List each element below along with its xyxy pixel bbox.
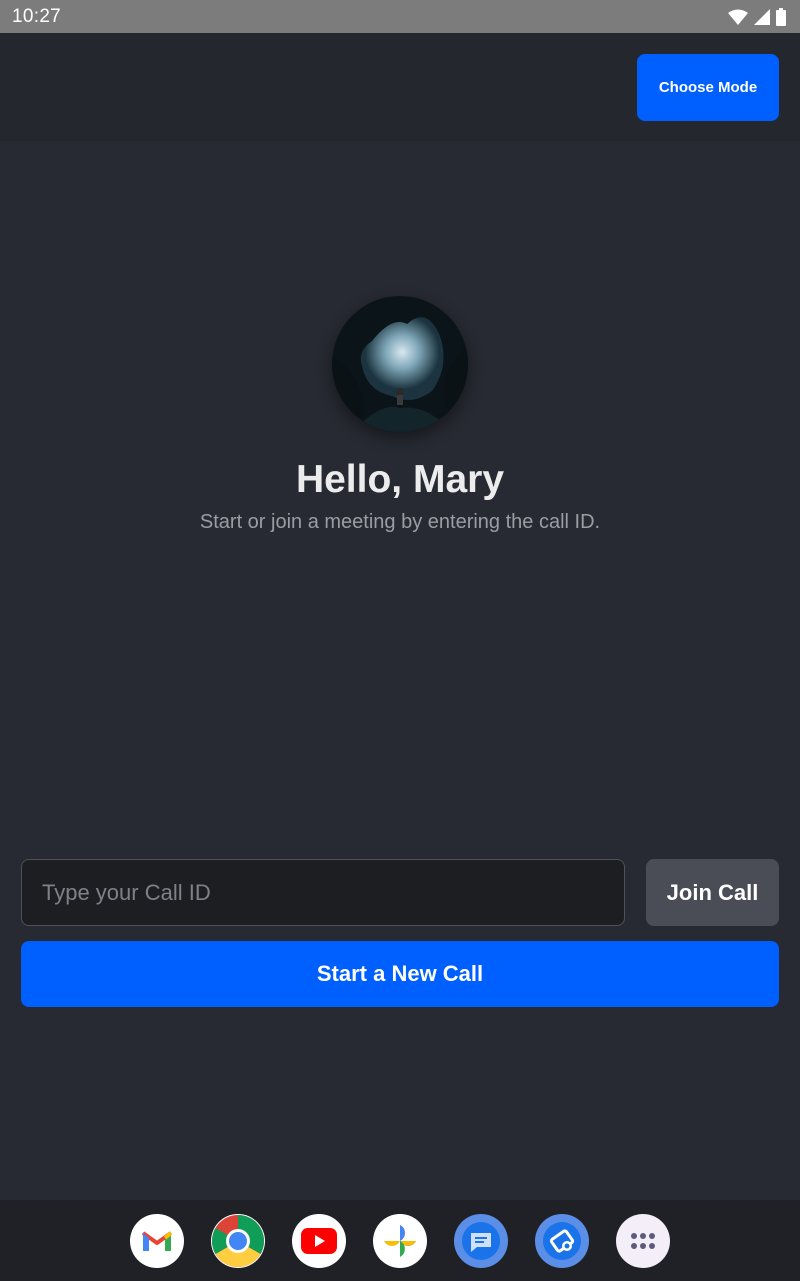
youtube-icon[interactable] bbox=[292, 1213, 346, 1268]
wifi-icon bbox=[728, 9, 748, 25]
screen-rotate-icon[interactable] bbox=[535, 1213, 589, 1268]
start-new-call-button[interactable]: Start a New Call bbox=[21, 941, 779, 1007]
app-drawer-icon[interactable] bbox=[616, 1213, 670, 1268]
join-call-button[interactable]: Join Call bbox=[646, 859, 779, 926]
avatar bbox=[332, 296, 468, 432]
status-time: 10:27 bbox=[12, 5, 62, 27]
chrome-icon[interactable] bbox=[211, 1213, 265, 1268]
app-dock bbox=[0, 1200, 800, 1281]
gmail-icon[interactable] bbox=[130, 1213, 184, 1268]
greeting-subtitle: Start or join a meeting by entering the … bbox=[199, 511, 601, 533]
signal-icon bbox=[754, 8, 770, 25]
top-bar: Choose Mode bbox=[0, 33, 800, 141]
greeting-title: Hello, Mary bbox=[295, 458, 505, 501]
messages-icon[interactable] bbox=[454, 1213, 508, 1268]
status-icons bbox=[728, 7, 786, 26]
photos-icon[interactable] bbox=[373, 1213, 427, 1268]
status-bar: 10:27 bbox=[0, 0, 800, 33]
choose-mode-button[interactable]: Choose Mode bbox=[637, 54, 779, 121]
battery-icon bbox=[776, 7, 786, 26]
call-id-input[interactable] bbox=[21, 859, 625, 926]
